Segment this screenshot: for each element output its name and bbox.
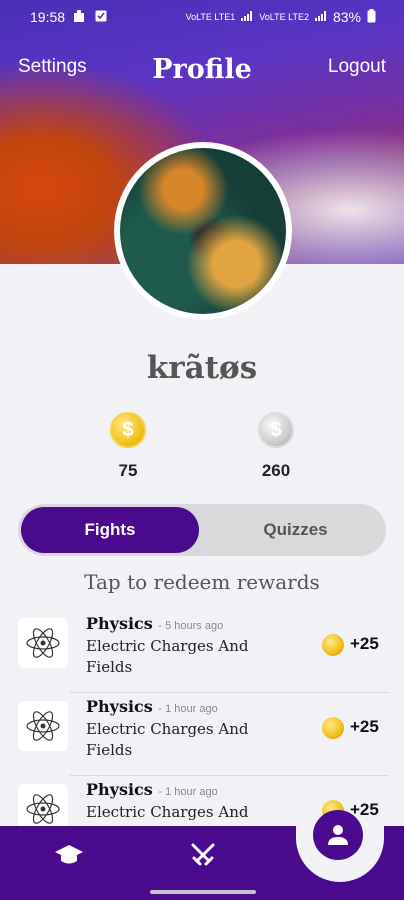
battery-icon xyxy=(367,9,376,25)
username: krãtøs xyxy=(146,350,258,386)
reward-row[interactable]: Physics - 1 hour ago Electric Charges An… xyxy=(0,693,404,776)
signal-icon xyxy=(314,11,327,23)
header: Settings Profile Logout xyxy=(0,50,404,90)
reward-topic: Electric Charges And Fields xyxy=(86,637,249,676)
avatar[interactable] xyxy=(114,142,292,320)
gold-coin-icon xyxy=(322,634,344,656)
reward-subject-label: Physics xyxy=(86,780,153,799)
crossed-swords-icon[interactable] xyxy=(186,840,220,870)
reward-topic: Electric Charges And Fields xyxy=(86,720,249,759)
atom-icon xyxy=(18,701,68,751)
status-bar: 19:58 VoLTE LTE1 VoLTE LTE2 83% xyxy=(0,0,404,34)
network-2: VoLTE LTE2 xyxy=(259,12,309,22)
reward-subject: Physics - 5 hours ago xyxy=(86,614,223,633)
silver-coin-count: 260 xyxy=(261,461,291,480)
reward-time: - 5 hours ago xyxy=(158,620,224,632)
avatar-image xyxy=(120,148,286,314)
reward-time: - 1 hour ago xyxy=(158,703,218,715)
gold-coin-icon: $ xyxy=(110,412,146,448)
bottom-nav xyxy=(0,810,404,900)
tab-fights[interactable]: Fights xyxy=(21,507,199,553)
gold-coin-icon xyxy=(322,717,344,739)
redeem-hint: Tap to redeem rewards xyxy=(84,570,320,594)
graduation-cap-icon[interactable] xyxy=(52,840,86,870)
reward-time: - 1 hour ago xyxy=(158,786,218,798)
logout-button[interactable]: Logout xyxy=(328,56,386,78)
reward-subject: Physics - 1 hour ago xyxy=(86,780,218,799)
network-1: VoLTE LTE1 xyxy=(185,12,236,22)
home-indicator[interactable] xyxy=(150,890,256,894)
profile-icon[interactable] xyxy=(313,810,363,860)
tab-bar: Fights Quizzes xyxy=(18,504,386,556)
reward-amount: +25 xyxy=(350,634,379,653)
reward-amount: +25 xyxy=(350,717,379,736)
atom-icon xyxy=(18,618,68,668)
battery-percent: 83% xyxy=(332,9,361,25)
puzzle-icon xyxy=(73,9,87,26)
reward-row[interactable]: Physics - 5 hours ago Electric Charges A… xyxy=(0,610,404,693)
signal-icon xyxy=(241,11,253,23)
tab-quizzes[interactable]: Quizzes xyxy=(208,507,383,553)
status-time: 19:58 xyxy=(30,9,66,25)
silver-coin-icon: $ xyxy=(258,412,294,448)
gold-coin-count: 75 xyxy=(118,461,138,480)
check-square-icon xyxy=(95,9,107,25)
reward-subject-label: Physics xyxy=(86,614,153,633)
reward-subject-label: Physics xyxy=(86,697,153,716)
reward-subject: Physics - 1 hour ago xyxy=(86,697,218,716)
